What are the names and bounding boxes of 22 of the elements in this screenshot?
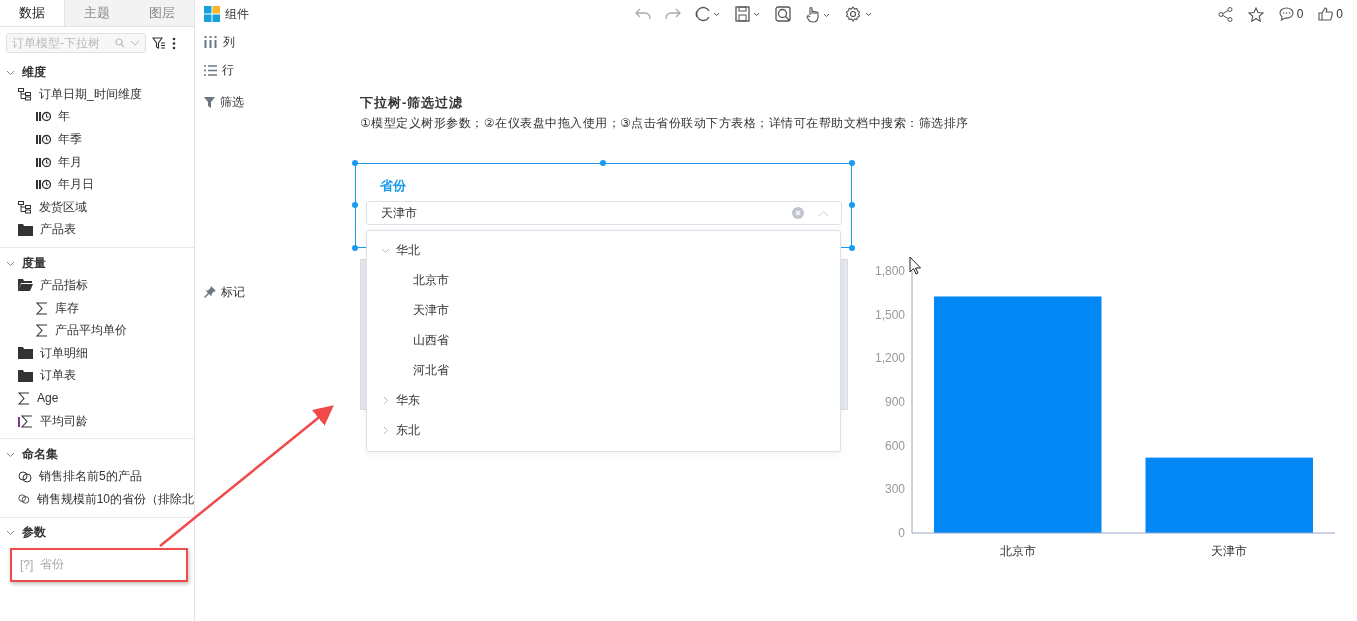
section-title: 命名集 bbox=[22, 445, 58, 463]
section-title: 参数 bbox=[22, 524, 46, 541]
section-title: 维度 bbox=[22, 63, 46, 81]
shelf-label: 行 bbox=[222, 61, 234, 79]
shelf-label: 筛选 bbox=[220, 93, 244, 111]
axis-tick-label: 0 bbox=[898, 526, 905, 540]
dashboard-title: 下拉树-筛选过滤 bbox=[360, 94, 464, 112]
axis-category-label: 北京市 bbox=[999, 544, 1036, 558]
axis-tick-label: 1,200 bbox=[874, 351, 905, 366]
shelf-label: 组件 bbox=[225, 5, 249, 23]
shelf-label: 标记 bbox=[221, 283, 245, 301]
parameter-icon: [?] bbox=[20, 557, 34, 572]
axis-tick-label: 1,800 bbox=[874, 264, 905, 278]
axis-tick-label: 900 bbox=[884, 395, 905, 409]
section-title: 度量 bbox=[22, 254, 46, 272]
axis-tick-label: 300 bbox=[884, 482, 905, 497]
filter-label: 省份 bbox=[380, 177, 406, 195]
dashboard-description: ①模型定义树形参数；②在仪表盘中拖入使用；③点击省份联动下方表格；详情可在帮助文档中搜索：筛选排序 bbox=[360, 115, 969, 132]
shelf-label: 列 bbox=[223, 33, 235, 51]
axis-tick-label: 600 bbox=[884, 438, 905, 453]
axis-tick-label: 1,500 bbox=[874, 307, 905, 322]
axis-category-label: 天津市 bbox=[1211, 544, 1248, 558]
